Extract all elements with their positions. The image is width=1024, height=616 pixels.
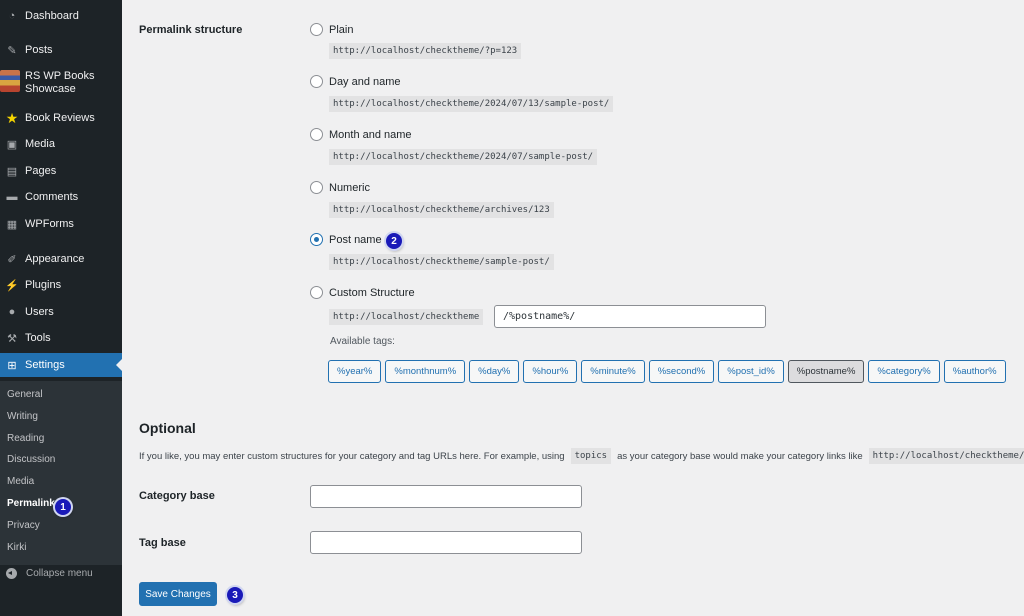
comment-icon: ▬ [6,191,18,203]
example-category-url: http://localhost/checktheme/topics/uncat… [868,448,1024,464]
tag-button-year[interactable]: %year% [328,360,382,383]
tag-base-label: Tag base [139,537,186,549]
sidebar-item-tools[interactable]: ⚒ Tools [0,330,122,346]
submenu-general[interactable]: General [7,389,43,400]
sidebar-item-book-reviews[interactable]: ★ Book Reviews [0,110,122,126]
sidebar-item-media[interactable]: ▣ Media [0,136,122,152]
radio-numeric[interactable] [310,181,323,194]
option-day-and-name[interactable]: Day and name [310,75,401,88]
example-month-and-name: http://localhost/checktheme/2024/07/samp… [329,149,598,165]
settings-submenu: General Writing Reading Discussion Media… [0,381,122,565]
submenu-reading[interactable]: Reading [7,433,44,444]
submenu-media[interactable]: Media [7,476,34,487]
tag-base-input[interactable] [310,531,582,554]
submenu-writing[interactable]: Writing [7,411,38,422]
sidebar-item-appearance[interactable]: ✐ Appearance [0,251,122,267]
wrench-icon: ⚒ [7,332,17,345]
example-numeric: http://localhost/checktheme/archives/123 [329,202,554,218]
radio-plain[interactable] [310,23,323,36]
sidebar-item-settings[interactable]: ⊞ Settings [0,353,122,377]
submenu-permalinks[interactable]: Permalinks [7,498,60,509]
tag-button-postname[interactable]: %postname% [787,360,865,383]
available-tags-label: Available tags: [330,336,395,347]
sidebar-item-plugins[interactable]: ⚡ Plugins [0,277,122,293]
radio-custom-structure[interactable] [310,286,323,299]
optional-heading: Optional [139,420,196,436]
sidebar-item-posts[interactable]: ✎ Posts [0,42,122,58]
forms-icon: ▦ [6,218,18,231]
example-day-and-name: http://localhost/checktheme/2024/07/13/s… [329,96,614,112]
tag-button-monthnum[interactable]: %monthnum% [385,360,466,383]
pin-icon: ✎ [7,44,17,57]
tag-button-minute[interactable]: %minute% [581,360,645,383]
custom-structure-input[interactable]: /%postname%/ [494,305,766,328]
submenu-discussion[interactable]: Discussion [7,454,55,465]
submenu-kirki[interactable]: Kirki [7,542,26,553]
star-icon: ★ [5,109,19,126]
annotation-badge-1: 1 [55,499,71,515]
tag-button-day[interactable]: %day% [469,360,520,383]
tag-button-author[interactable]: %author% [943,360,1006,383]
example-code-topics: topics [570,448,612,464]
books-icon [0,70,20,92]
pages-icon: ▤ [6,165,18,178]
sidebar-item-dashboard[interactable]: ◔ Dashboard [0,8,122,24]
radio-post-name[interactable] [310,233,323,246]
sidebar-item-wpforms[interactable]: ▦ WPForms [0,216,122,232]
option-plain[interactable]: Plain [310,23,353,36]
example-plain: http://localhost/checktheme/?p=123 [329,43,522,59]
option-numeric[interactable]: Numeric [310,181,370,194]
optional-description: If you like, you may enter custom struct… [139,448,1024,464]
save-changes-button[interactable]: Save Changes [139,582,217,606]
media-icon: ▣ [6,138,18,151]
annotation-badge-3: 3 [227,587,243,603]
brush-icon: ✐ [7,253,17,266]
collapse-menu-button[interactable]: Collapse menu [0,568,93,579]
sidebar-item-rs-wp-books[interactable]: RS WP Books Showcase [0,70,122,100]
option-custom-structure[interactable]: Custom Structure [310,286,415,299]
permalink-structure-label: Permalink structure [139,24,243,36]
radio-day-and-name[interactable] [310,75,323,88]
plug-icon: ⚡ [5,279,19,292]
sidebar-item-comments[interactable]: ▬ Comments [0,189,122,205]
tag-button-second[interactable]: %second% [648,360,715,383]
radio-month-and-name[interactable] [310,128,323,141]
sidebar-item-pages[interactable]: ▤ Pages [0,163,122,179]
submenu-privacy[interactable]: Privacy [7,520,40,531]
tag-button-hour[interactable]: %hour% [523,360,578,383]
tag-button-post-id[interactable]: %post_id% [718,360,784,383]
annotation-badge-2: 2 [386,233,402,249]
available-tags: %year% %monthnum% %day% %hour% %minute% … [328,360,1006,383]
tag-button-category[interactable]: %category% [868,360,940,383]
category-base-input[interactable] [310,485,582,508]
collapse-icon [6,568,17,579]
category-base-label: Category base [139,490,215,502]
custom-structure-prefix: http://localhost/checktheme [329,309,484,325]
option-month-and-name[interactable]: Month and name [310,128,412,141]
settings-icon: ⊞ [7,359,17,372]
current-arrow [116,359,122,371]
dashboard-icon: ◔ [8,10,16,22]
admin-sidebar: ◔ Dashboard ✎ Posts RS WP Books Showcase ★… [0,0,122,616]
example-post-name: http://localhost/checktheme/sample-post/ [329,254,554,270]
option-post-name[interactable]: Post name [310,233,382,246]
user-icon: ● [8,306,16,318]
sidebar-item-users[interactable]: ● Users [0,304,122,320]
